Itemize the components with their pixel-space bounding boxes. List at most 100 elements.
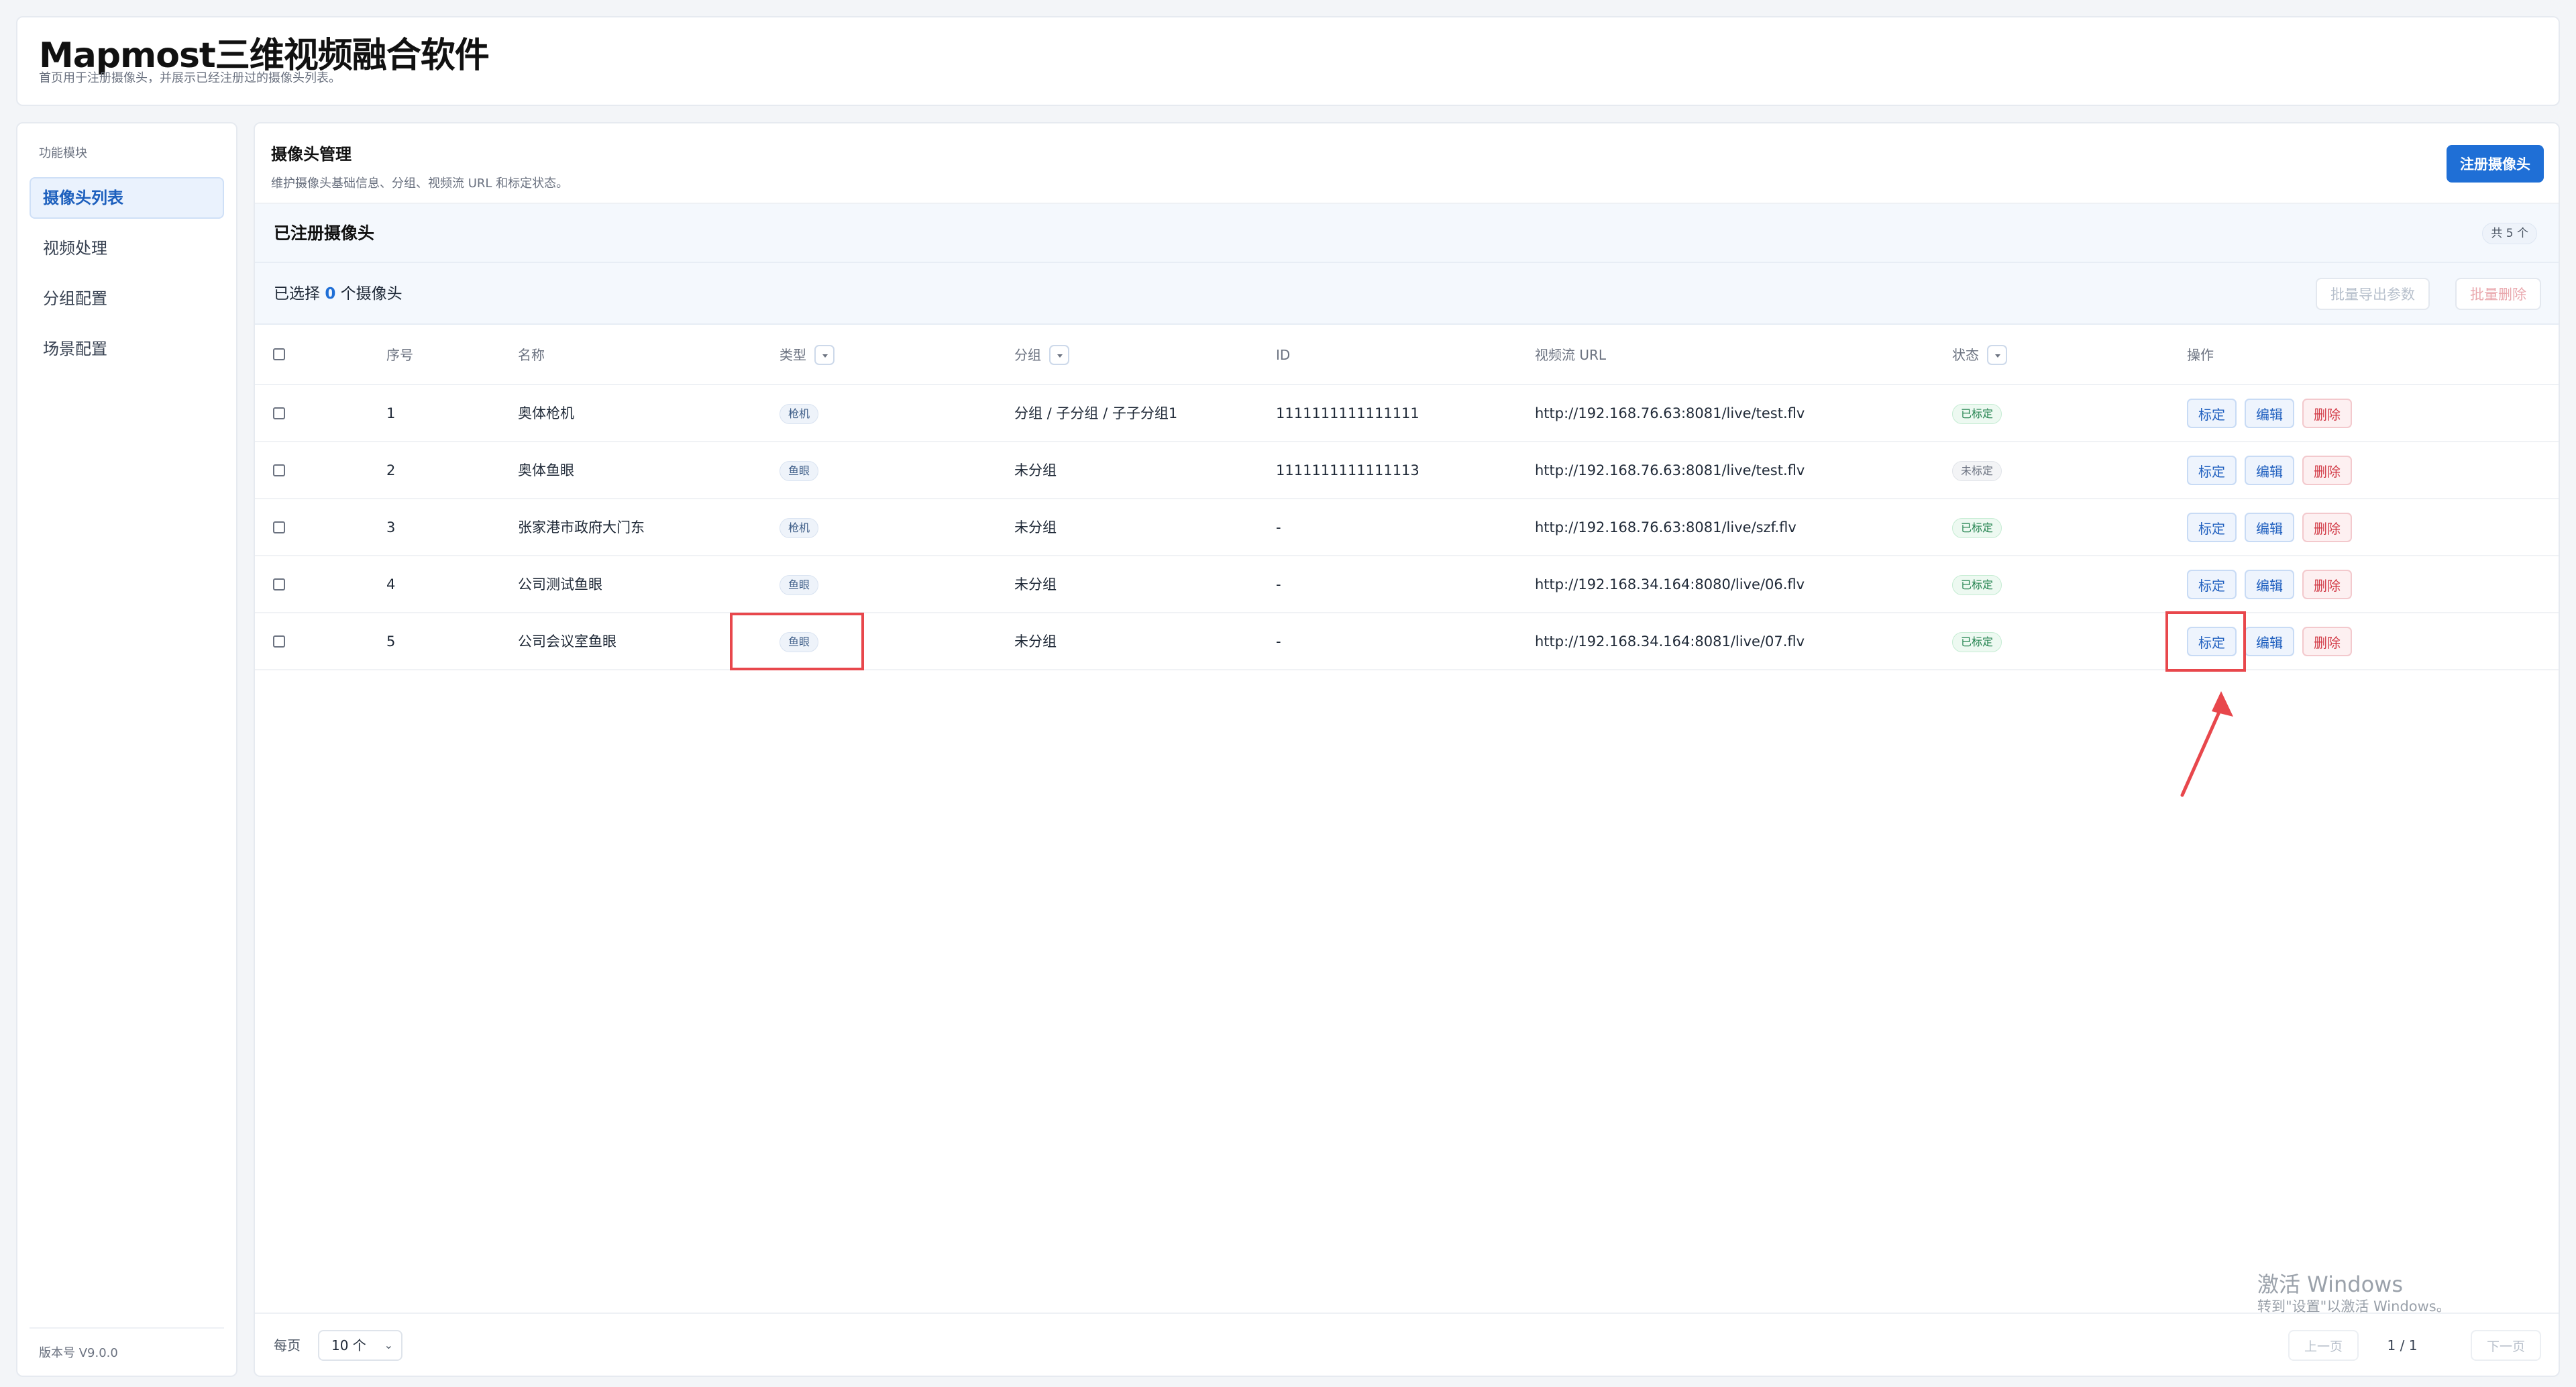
app-header: Mapmost三维视频融合软件 首页用于注册摄像头，并展示已经注册过的摄像头列表… [16,16,2560,106]
delete-button[interactable]: 删除 [2302,456,2352,485]
sidebar-item-camera-list[interactable]: 摄像头列表 [30,177,224,219]
type-filter-icon[interactable] [814,344,835,365]
chevron-down-icon: ⌄ [384,1339,393,1351]
cell-id: 1111111111111111 [1276,405,1419,421]
cell-index: 2 [386,462,396,478]
version-label: 版本号 V9.0.0 [30,1327,224,1361]
sidebar-item-group-config[interactable]: 分组配置 [30,278,224,319]
status-badge: 未标定 [1952,461,2002,481]
edit-button[interactable]: 编辑 [2245,627,2294,656]
windows-watermark: 激活 Windows 转到"设置"以激活 Windows。 [2257,1272,2451,1316]
cell-url: http://192.168.76.63:8081/live/test.flv [1535,405,1805,421]
cell-group: 分组 / 子分组 / 子子分组1 [1014,405,1178,421]
cell-name: 奥体枪机 [518,405,574,421]
prev-page-button[interactable]: 上一页 [2288,1330,2359,1361]
type-tag: 枪机 [780,404,819,424]
sidebar: 功能模块 摄像头列表 视频处理 分组配置 场景配置 版本号 V9.0.0 [16,122,237,1377]
sidebar-heading: 功能模块 [39,146,87,160]
table-row: 3 张家港市政府大门东 枪机 未分组 - http://192.168.76.6… [255,499,2559,556]
card-header: 已注册摄像头 共 5 个 [255,204,2559,263]
cell-id: - [1276,633,1281,650]
header-group: 分组 [1014,325,1069,385]
table-row: 4 公司测试鱼眼 鱼眼 未分组 - http://192.168.34.164:… [255,556,2559,613]
type-tag: 鱼眼 [780,461,819,481]
sidebar-item-scene-config[interactable]: 场景配置 [30,328,224,370]
page-info: 1 / 1 [2387,1337,2418,1353]
calibrate-button[interactable]: 标定 [2187,513,2237,542]
header-actions: 操作 [2187,347,2214,363]
header-type: 类型 [780,325,835,385]
group-filter-icon[interactable] [1049,344,1069,365]
cell-id: - [1276,576,1281,593]
header-id: ID [1276,347,1291,363]
calibrate-button[interactable]: 标定 [2187,456,2237,485]
delete-button[interactable]: 删除 [2302,570,2352,599]
register-camera-button[interactable]: 注册摄像头 [2447,145,2544,183]
row-checkbox[interactable] [273,635,285,648]
edit-button[interactable]: 编辑 [2245,456,2294,485]
cell-status: 已标定 [1952,499,2002,556]
highlight-box-calibrate [2165,611,2246,672]
cell-status: 已标定 [1952,385,2002,442]
status-filter-icon[interactable] [1987,344,2007,365]
batch-export-button[interactable]: 批量导出参数 [2316,278,2430,310]
header-type-label: 类型 [780,347,806,363]
batch-delete-button[interactable]: 批量删除 [2455,278,2541,310]
calibrate-button[interactable]: 标定 [2187,570,2237,599]
cell-group: 未分组 [1014,519,1057,535]
per-page-value: 10 个 [331,1337,366,1353]
edit-button[interactable]: 编辑 [2245,570,2294,599]
row-checkbox[interactable] [273,407,285,419]
cell-id: 1111111111111113 [1276,462,1419,478]
main-title: 摄像头管理 [271,145,352,164]
cell-index: 4 [386,576,396,593]
cell-group: 未分组 [1014,462,1057,478]
delete-button[interactable]: 删除 [2302,399,2352,428]
selection-prefix: 已选择 [274,285,320,303]
table-row: 2 奥体鱼眼 鱼眼 未分组 1111111111111113 http://19… [255,442,2559,499]
cell-index: 3 [386,519,396,535]
selection-bar: 已选择 0 个摄像头 批量导出参数 批量删除 [255,263,2559,325]
delete-button[interactable]: 删除 [2302,513,2352,542]
cell-group: 未分组 [1014,576,1057,593]
cell-url: http://192.168.76.63:8081/live/test.flv [1535,462,1805,478]
status-badge: 已标定 [1952,575,2002,595]
header-status: 状态 [1952,325,2007,385]
header-index: 序号 [386,347,413,363]
per-page-select[interactable]: 10 个 ⌄ [318,1330,402,1361]
cell-name: 张家港市政府大门东 [518,519,645,535]
annotation-arrow-icon [2180,691,2233,797]
count-badge: 共 5 个 [2482,223,2537,244]
row-checkbox[interactable] [273,521,285,533]
cell-index: 1 [386,405,396,421]
selection-count: 0 [325,285,336,303]
cell-name: 奥体鱼眼 [518,462,574,478]
header-group-label: 分组 [1014,347,1041,363]
cell-name: 公司会议室鱼眼 [518,633,616,650]
header-name: 名称 [518,347,545,363]
cell-status: 已标定 [1952,556,2002,613]
edit-button[interactable]: 编辑 [2245,513,2294,542]
cell-id: - [1276,519,1281,535]
calibrate-button[interactable]: 标定 [2187,399,2237,428]
status-badge: 已标定 [1952,632,2002,652]
next-page-button[interactable]: 下一页 [2470,1330,2541,1361]
selection-suffix: 个摄像头 [340,285,402,303]
cell-url: http://192.168.34.164:8080/live/06.flv [1535,576,1805,593]
cell-type: 鱼眼 [780,556,819,613]
sidebar-item-video-processing[interactable]: 视频处理 [30,227,224,269]
cell-url: http://192.168.34.164:8081/live/07.flv [1535,633,1805,650]
delete-button[interactable]: 删除 [2302,627,2352,656]
cell-type: 枪机 [780,499,819,556]
row-checkbox[interactable] [273,464,285,476]
app-title: Mapmost三维视频融合软件 [39,36,490,76]
header-url: 视频流 URL [1535,347,1607,363]
card-title: 已注册摄像头 [274,223,375,243]
row-checkbox[interactable] [273,578,285,590]
select-all-checkbox[interactable] [273,348,285,360]
type-tag: 枪机 [780,518,819,538]
table-header: 序号 名称 类型 分组 ID 视频流 URL 状态 操作 [255,325,2559,385]
cell-name: 公司测试鱼眼 [518,576,602,593]
edit-button[interactable]: 编辑 [2245,399,2294,428]
cell-url: http://192.168.76.63:8081/live/szf.flv [1535,519,1796,535]
